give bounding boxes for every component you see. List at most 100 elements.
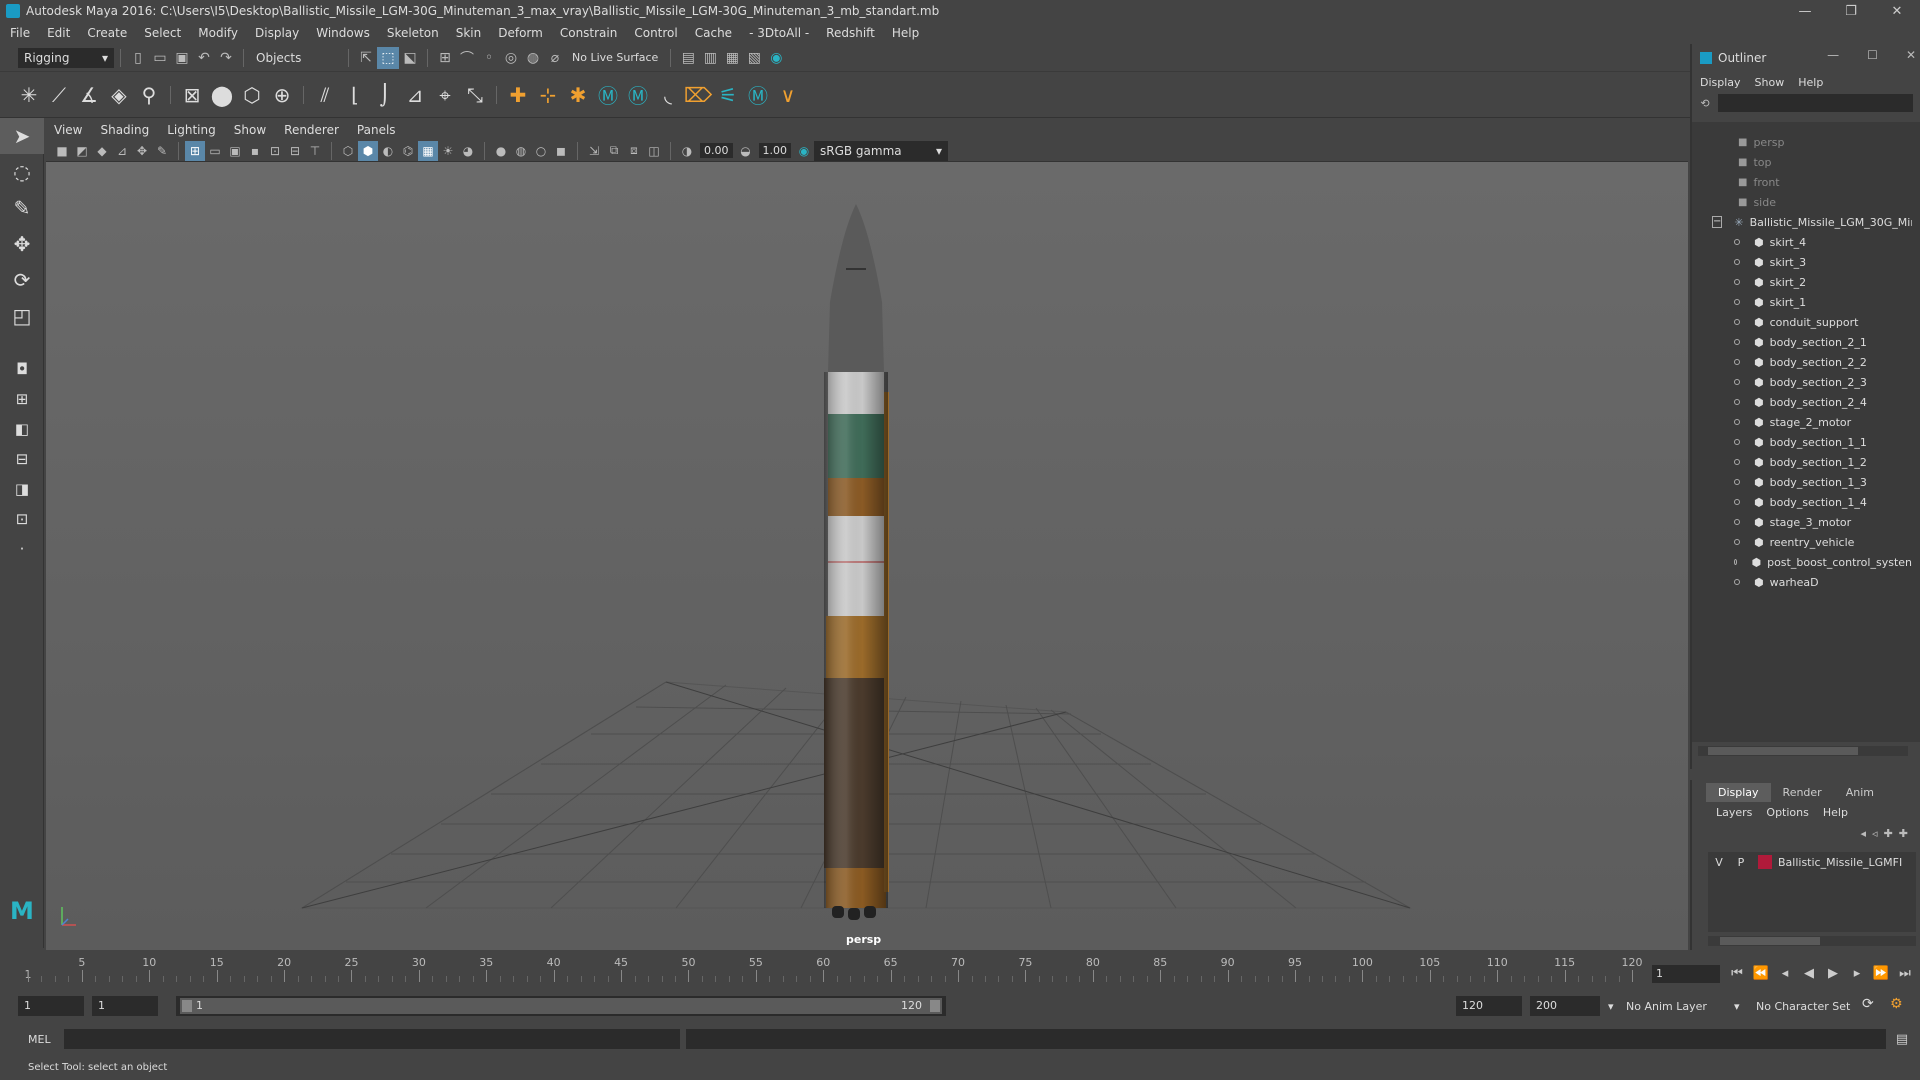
menu-file[interactable]: File (10, 26, 30, 40)
render-frame-icon[interactable]: ▥ (699, 47, 721, 69)
outliner-item-reentry-vehicle[interactable]: ⬢ reentry_vehicle (1692, 532, 1912, 552)
insert-joint-icon[interactable]: ◈ (104, 79, 134, 111)
select-tool-icon[interactable]: ➤ (0, 118, 44, 154)
vp-menu-lighting[interactable]: Lighting (167, 123, 216, 137)
snap-grid-icon[interactable]: ⊞ (434, 47, 456, 69)
animation-start-field[interactable]: 1 (18, 996, 84, 1016)
script-editor-icon[interactable]: ▤ (1892, 1029, 1912, 1049)
new-layer-icon[interactable]: ✚ (1899, 827, 1908, 840)
anti-aliasing-icon[interactable]: ○ (531, 141, 551, 161)
layer-playback-toggle[interactable]: P (1730, 856, 1752, 869)
redo-icon[interactable]: ↷ (215, 47, 237, 69)
outliner-item-persp[interactable]: ■ persp (1692, 132, 1912, 152)
two-d-pan-icon[interactable]: ✥ (132, 141, 152, 161)
paint-weights-icon[interactable]: ⌡ (370, 79, 400, 111)
snap-point-icon[interactable]: ◦ (478, 47, 500, 69)
mirror-weights-icon[interactable]: ⌖ (430, 79, 460, 111)
move-layer-up-icon[interactable]: ◂ (1861, 827, 1867, 840)
selection-mask-dropdown[interactable]: Objects (250, 47, 342, 68)
character-set-dropdown[interactable]: No Character Set (1756, 1000, 1850, 1013)
undo-icon[interactable]: ↶ (193, 47, 215, 69)
range-slider-fill[interactable] (180, 998, 942, 1014)
locator-icon[interactable]: ✚ (503, 79, 533, 111)
menuset-dropdown[interactable]: Rigging ▾ (18, 47, 114, 68)
render-view-icon[interactable]: ▤ (677, 47, 699, 69)
outliner-item-body-section-1-3[interactable]: ⬢ body_section_1_3 (1692, 472, 1912, 492)
outliner-item-side[interactable]: ■ side (1692, 192, 1912, 212)
detach-skin-icon[interactable]: ⊿ (400, 79, 430, 111)
exposure-icon[interactable]: ◑ (677, 141, 697, 161)
step-forward-frame-icon[interactable]: ▸ (1846, 962, 1868, 984)
outliner-menu-display[interactable]: Display (1700, 76, 1741, 89)
outliner-item-warhead[interactable]: ⬢ warheaD (1692, 572, 1912, 592)
persp-outliner-icon[interactable]: ◧ (0, 414, 44, 444)
bookmark-icon[interactable]: ◆ (92, 141, 112, 161)
shadows-icon[interactable]: ◕ (458, 141, 478, 161)
layer-name[interactable]: Ballistic_Missile_LGMFI (1778, 856, 1902, 869)
close-button[interactable]: ✕ (1874, 0, 1920, 22)
playback-end-field[interactable]: 120 (1456, 996, 1522, 1016)
scrollbar-thumb[interactable] (1720, 937, 1820, 945)
render-settings-icon[interactable]: ▧ (743, 47, 765, 69)
open-scene-icon[interactable]: ▭ (149, 47, 171, 69)
scale-constraint-icon[interactable]: ⌦ (683, 79, 713, 111)
outliner-item-conduit-support[interactable]: ⬢ conduit_support (1692, 312, 1912, 332)
isolate-select-icon[interactable]: ⇲ (584, 141, 604, 161)
snap-view-icon[interactable]: ◎ (500, 47, 522, 69)
color-space-dropdown[interactable]: sRGB gamma ▾ (814, 140, 948, 161)
joint-tool-icon[interactable]: ✳ (14, 79, 44, 111)
default-lighting-icon[interactable]: ◐ (378, 141, 398, 161)
layer-horizontal-scrollbar[interactable] (1708, 936, 1916, 946)
lasso-tool-icon[interactable]: ◌ (0, 154, 44, 190)
pole-vector-icon[interactable]: ◟ (653, 79, 683, 111)
layer-menu-options[interactable]: Options (1766, 806, 1808, 819)
command-input[interactable] (64, 1029, 680, 1049)
point-constraint-icon[interactable]: ⊹ (533, 79, 563, 111)
geometry-constraint-icon[interactable]: ⚟ (713, 79, 743, 111)
rotate-tool-icon[interactable]: ⟳ (0, 262, 44, 298)
safe-action-icon[interactable]: ⊟ (285, 141, 305, 161)
ik-handle-icon[interactable]: ⟋ (44, 79, 74, 111)
color-management-icon[interactable]: ◉ (794, 141, 814, 161)
tangent-constraint-icon[interactable]: ∨ (773, 79, 803, 111)
scrollbar-thumb[interactable] (1708, 747, 1858, 755)
chevron-down-icon[interactable]: ▾ (1734, 1000, 1740, 1013)
vp-menu-panels[interactable]: Panels (357, 123, 396, 137)
menu-skeleton[interactable]: Skeleton (387, 26, 439, 40)
missile-model[interactable] (824, 204, 889, 920)
grease-pencil-icon[interactable]: ✎ (152, 141, 172, 161)
field-chart-icon[interactable]: ⊡ (265, 141, 285, 161)
camera-attributes-icon[interactable]: ◩ (72, 141, 92, 161)
gamma-icon[interactable]: ◒ (736, 141, 756, 161)
single-perspective-icon[interactable]: ◘ (0, 354, 44, 384)
menu-modify[interactable]: Modify (198, 26, 238, 40)
wireframe-icon[interactable]: ⬡ (338, 141, 358, 161)
outliner-menu-help[interactable]: Help (1798, 76, 1823, 89)
move-tool-icon[interactable]: ✥ (0, 226, 44, 262)
snap-curve-icon[interactable]: ⌒ (456, 47, 478, 69)
outliner-item-post-boost-control-system[interactable]: ⬢ post_boost_control_systen (1692, 552, 1912, 572)
go-to-end-icon[interactable]: ⏭ (1894, 962, 1916, 984)
minimize-button[interactable]: — (1782, 0, 1828, 22)
collapse-icon[interactable]: · (0, 534, 44, 564)
menu-3dtoall[interactable]: - 3DtoAll - (749, 26, 809, 40)
script-editor-layout-icon[interactable]: ⊡ (0, 504, 44, 534)
humanik-icon[interactable]: ⚲ (134, 79, 164, 111)
hypershade-icon[interactable]: ◉ (765, 47, 787, 69)
persp-graph-icon[interactable]: ⊟ (0, 444, 44, 474)
step-back-frame-icon[interactable]: ◂ (1774, 962, 1796, 984)
command-language-label[interactable]: MEL (28, 1033, 51, 1046)
menu-help[interactable]: Help (892, 26, 919, 40)
animation-end-field[interactable]: 200 (1530, 996, 1600, 1016)
lattice-icon[interactable]: ⊠ (177, 79, 207, 111)
time-ruler[interactable]: 1510152025303540455055606570758085909510… (25, 954, 1643, 984)
select-hierarchy-icon[interactable]: ⇱ (355, 47, 377, 69)
gamma-field[interactable]: 1.00 (758, 143, 791, 158)
orient-constraint-icon[interactable]: Ⓜ (593, 79, 623, 111)
outliner-item-skirt-1[interactable]: ⬢ skirt_1 (1692, 292, 1912, 312)
play-backward-icon[interactable]: ◀ (1798, 962, 1820, 984)
outliner-item-skirt-2[interactable]: ⬢ skirt_2 (1692, 272, 1912, 292)
outliner-search-input[interactable] (1718, 94, 1913, 112)
paint-select-icon[interactable]: ✎ (0, 190, 44, 226)
camera-icon[interactable]: ■ (52, 141, 72, 161)
